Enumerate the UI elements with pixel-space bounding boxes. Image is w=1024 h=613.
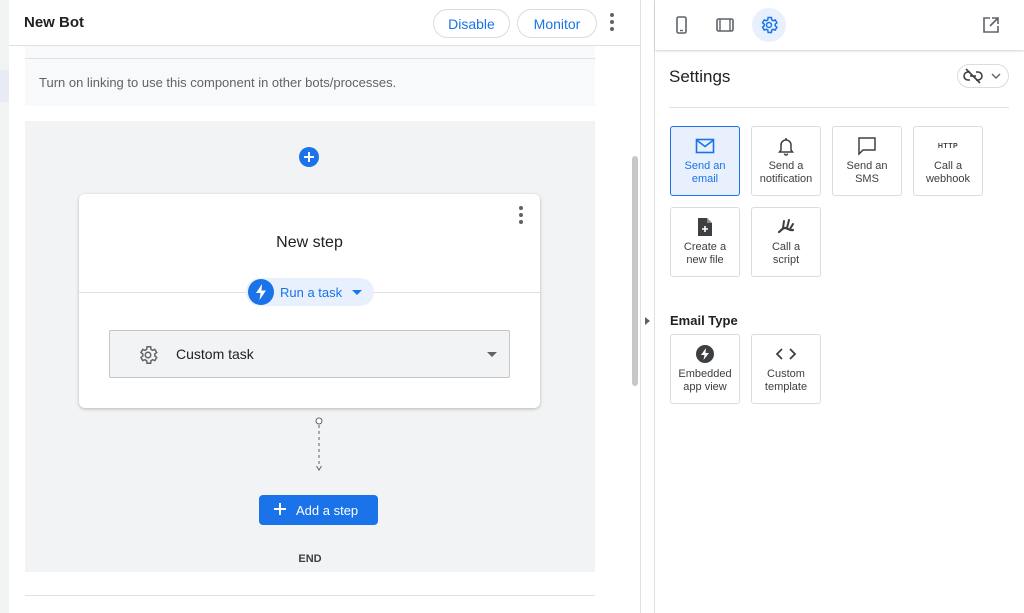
- task-tile-label: Send an email: [684, 160, 726, 185]
- task-tile-call-script[interactable]: Call a script: [751, 207, 821, 277]
- divider: [25, 58, 595, 59]
- monitor-button[interactable]: Monitor: [517, 9, 597, 38]
- step-connector: [315, 417, 323, 471]
- caret-down-icon: [487, 352, 497, 357]
- task-tile-send-sms[interactable]: Send an SMS: [832, 126, 902, 196]
- step-title[interactable]: New step: [79, 234, 540, 252]
- chevron-down-icon: [991, 73, 1001, 79]
- script-icon: [752, 216, 820, 238]
- task-tile-label: Call a script: [771, 241, 801, 266]
- tablet-view-icon[interactable]: [708, 8, 742, 42]
- http-icon-text: HTTP: [937, 142, 959, 150]
- settings-panel: Settings Send an email Send a notificati…: [655, 0, 1024, 613]
- disable-button[interactable]: Disable: [433, 9, 510, 38]
- bolt-icon: [671, 343, 739, 365]
- task-tile-label: Create a new file: [683, 241, 727, 266]
- task-tile-send-notification[interactable]: Send a notification: [751, 126, 821, 196]
- insert-step-icon[interactable]: [299, 147, 319, 167]
- app-root: New Bot Disable Monitor Turn on linking …: [0, 0, 1024, 613]
- email-type-label: Email Type: [670, 313, 738, 328]
- panel-splitter[interactable]: [640, 0, 655, 613]
- email-type-custom-template[interactable]: Custom template: [751, 334, 821, 404]
- left-nav-active-marker: [0, 70, 9, 102]
- add-step-button[interactable]: Add a step: [259, 495, 378, 525]
- task-select[interactable]: Custom task: [109, 330, 510, 378]
- run-a-task-dropdown[interactable]: Run a task: [246, 278, 374, 306]
- editor-scrollbar[interactable]: [630, 46, 640, 613]
- mail-icon: [671, 135, 739, 157]
- bot-editor-pane: New Bot Disable Monitor Turn on linking …: [9, 0, 640, 613]
- bell-icon: [752, 135, 820, 157]
- flow-canvas: New step Run a task Custom task Add a st…: [25, 121, 595, 572]
- email-type-embedded-app-view[interactable]: Embedded app view: [670, 334, 740, 404]
- preview-toolbar: [655, 0, 1024, 50]
- task-tile-send-email[interactable]: Send an email: [670, 126, 740, 196]
- bot-title: New Bot: [24, 14, 84, 31]
- left-nav-edge: [0, 0, 9, 613]
- end-label: END: [298, 553, 322, 565]
- task-tile-label: Send a notification: [759, 160, 813, 185]
- plus-icon: [274, 503, 286, 515]
- task-tile-call-webhook[interactable]: HTTP Call a webhook: [913, 126, 983, 196]
- mobile-view-icon[interactable]: [664, 8, 698, 42]
- link-toggle-dropdown[interactable]: [957, 64, 1009, 88]
- settings-gear-icon[interactable]: [752, 8, 786, 42]
- new-file-icon: [671, 216, 739, 238]
- divider: [669, 107, 1009, 108]
- gear-icon: [137, 344, 159, 366]
- divider: [25, 595, 595, 596]
- step-more-options-icon[interactable]: [516, 206, 526, 226]
- step-card[interactable]: New step Run a task Custom task: [79, 194, 540, 408]
- settings-title: Settings: [669, 67, 731, 86]
- chat-bubble-icon: [833, 135, 901, 157]
- email-type-label-text: Embedded app view: [678, 368, 732, 393]
- task-select-value: Custom task: [176, 346, 254, 362]
- task-tile-create-file[interactable]: Create a new file: [670, 207, 740, 277]
- task-tile-label: Send an SMS: [846, 160, 888, 185]
- scrollbar-thumb[interactable]: [632, 156, 638, 386]
- open-external-icon[interactable]: [974, 8, 1008, 42]
- run-a-task-label: Run a task: [280, 285, 343, 300]
- linking-info-panel: Turn on linking to use this component in…: [25, 46, 595, 106]
- linking-message: Turn on linking to use this component in…: [39, 75, 397, 90]
- task-tile-label: Call a webhook: [925, 160, 971, 185]
- email-type-label-text: Custom template: [764, 368, 808, 393]
- more-options-icon[interactable]: [605, 13, 619, 35]
- add-step-label: Add a step: [296, 503, 359, 518]
- bolt-icon: [248, 279, 274, 305]
- link-off-icon: [963, 68, 983, 84]
- collapse-arrow-icon[interactable]: [645, 317, 650, 325]
- caret-down-icon: [352, 290, 362, 295]
- code-icon: [752, 343, 820, 365]
- http-icon: HTTP: [914, 135, 982, 157]
- editor-header: New Bot Disable Monitor: [9, 0, 640, 46]
